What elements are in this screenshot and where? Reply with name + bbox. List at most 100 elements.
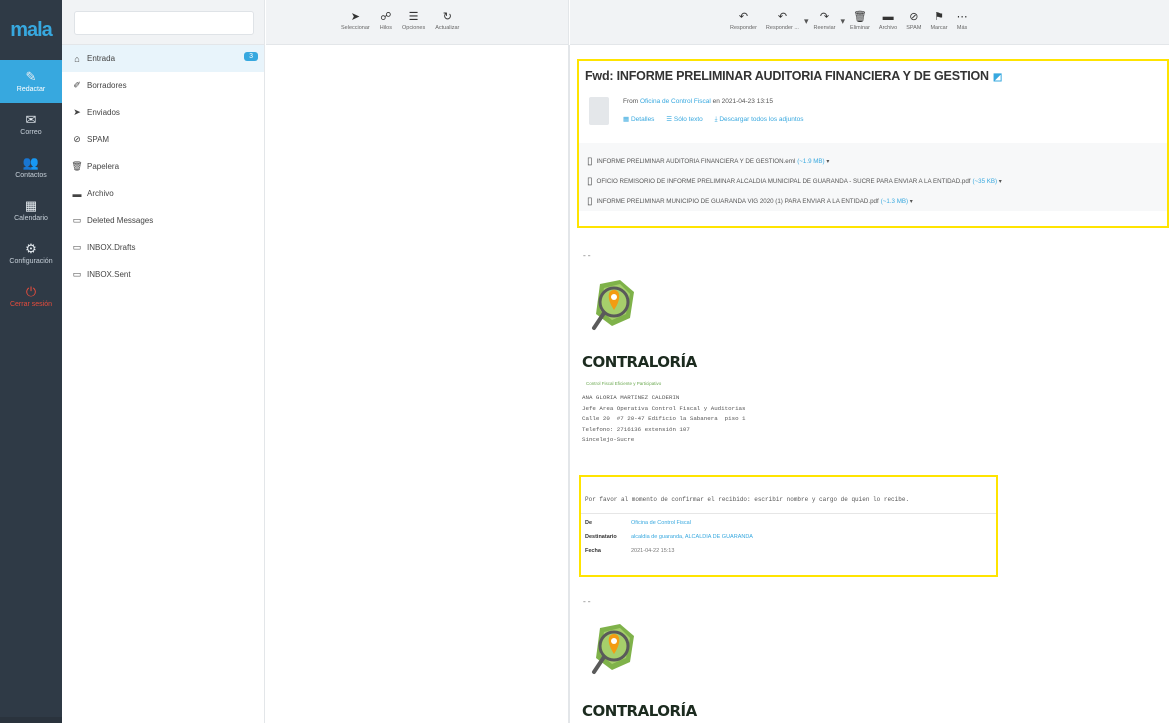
flag-icon: ⚑	[934, 11, 944, 23]
attachment-size: (~35 KB)	[972, 177, 998, 185]
folder-trash[interactable]: 🗑 Papelera	[62, 153, 264, 180]
forward-dropdown-icon[interactable]: ▾	[841, 0, 846, 27]
attachment-item[interactable]: ▯ INFORME PRELIMINAR MUNICIPIO DE GUARAN…	[579, 191, 1167, 211]
reply-all-button[interactable]: ↶ Responder ...	[766, 0, 799, 31]
confirm-instructions: Por favor al momento de confirmar el rec…	[585, 496, 910, 503]
folder-drafts[interactable]: ✐ Borradores	[62, 72, 264, 99]
select-label: Seleccionar	[341, 25, 370, 31]
attachment-item[interactable]: ▯ OFICIO REMISORIO DE INFORME PRELIMINAR…	[579, 171, 1167, 191]
signature-block: ANA GLORIA MARTINEZ CALDERIN Jefe Area Op…	[582, 394, 746, 443]
divider	[581, 513, 996, 514]
open-external-icon[interactable]: ◩	[993, 72, 1002, 83]
reply-all-dropdown-icon[interactable]: ▾	[804, 0, 809, 27]
folder-spam[interactable]: ⊘ SPAM	[62, 126, 264, 153]
send-icon: ➤	[73, 107, 81, 117]
nav-contacts[interactable]: 👥 Contactos	[0, 146, 62, 189]
nav-logout[interactable]: ⏻ Cerrar sesión	[0, 275, 62, 318]
forward-label: Reenviar	[813, 25, 836, 31]
reply-all-icon: ↶	[777, 11, 788, 23]
trash-icon: 🗑	[71, 161, 83, 171]
folder-inbox[interactable]: ⌂ Entrada 3	[62, 45, 264, 72]
forward-date-row: Fecha 2021-04-22 15:13	[585, 548, 675, 554]
nav-calendar[interactable]: ▦ Calendario	[0, 189, 62, 232]
folder-icon: ▭	[72, 242, 82, 252]
unread-badge: 3	[244, 52, 258, 61]
more-icon: ⋯	[956, 11, 968, 23]
message-list-panel: ➤ Seleccionar ☍ Hilos ☰ Opciones ↻ Actua…	[266, 0, 569, 723]
more-button[interactable]: ⋯ Más	[957, 0, 968, 31]
delete-label: Eliminar	[850, 25, 870, 31]
options-button[interactable]: ☰ Opciones	[402, 0, 425, 31]
plain-text-link[interactable]: ☰ Sólo texto	[666, 116, 708, 123]
sender-link[interactable]: Oficina de Control Fiscal	[640, 98, 711, 105]
attachment-name: OFICIO REMISORIO DE INFORME PRELIMINAR A…	[596, 177, 971, 185]
threads-button[interactable]: ☍ Hilos	[380, 0, 392, 31]
folder-label: Papelera	[87, 162, 120, 171]
attachment-name: INFORME PRELIMINAR MUNICIPIO DE GUARANDA…	[596, 197, 879, 205]
archive-button[interactable]: ▬ Archivo	[879, 0, 897, 31]
subject-text: Fwd: INFORME PRELIMINAR AUDITORIA FINANC…	[585, 69, 989, 83]
archive-icon: ▬	[72, 188, 82, 199]
mark-label: Marcar	[930, 25, 948, 31]
nav-settings-label: Configuración	[9, 258, 53, 265]
folder-panel: ⌂ Entrada 3 ✐ Borradores ➤ Enviados ⊘ SP…	[62, 0, 265, 723]
logo-wordmark: CONTRALORÍA	[582, 702, 697, 720]
message-header: Fwd: INFORME PRELIMINAR AUDITORIA FINANC…	[577, 59, 1169, 228]
download-all-link[interactable]: ⤓ Descargar todos los adjuntos	[715, 116, 809, 123]
options-label: Opciones	[401, 25, 426, 31]
file-icon: ▯	[587, 195, 593, 207]
search-input[interactable]	[74, 11, 254, 35]
compose-icon: ✎	[25, 69, 37, 84]
nav-contacts-label: Contactos	[15, 172, 47, 179]
folder-label: Entrada	[87, 54, 116, 63]
attachment-name: INFORME PRELIMINAR AUDITORIA FINANCIERA …	[596, 157, 796, 165]
archive-label: Archivo	[878, 25, 898, 31]
pencil-icon: ✐	[73, 80, 81, 90]
attachment-item[interactable]: ▯ INFORME PRELIMINAR AUDITORIA FINANCIER…	[579, 151, 1167, 171]
folder-archive[interactable]: ▬ Archivo	[62, 180, 264, 207]
spam-button[interactable]: ⊘ SPAM	[906, 0, 921, 31]
nav-settings[interactable]: ⚙ Configuración	[0, 232, 62, 275]
attachment-menu-icon[interactable]: ▾	[997, 178, 1002, 185]
nav-mail[interactable]: ✉ Correo	[0, 103, 62, 146]
select-button[interactable]: ➤ Seleccionar	[341, 0, 370, 31]
reply-label: Responder	[730, 25, 757, 31]
inbox-icon: ⌂	[74, 53, 80, 64]
mail-icon: ✉	[25, 112, 37, 127]
refresh-icon: ↻	[442, 11, 452, 23]
delete-button[interactable]: 🗑 Eliminar	[850, 0, 870, 31]
logo-tagline: Control Fiscal Eficiente y Participativo	[586, 381, 662, 386]
options-icon: ☰	[408, 11, 419, 23]
reply-button[interactable]: ↶ Responder	[730, 0, 757, 31]
details-link[interactable]: ▦ Detalles	[623, 116, 659, 123]
folder-label: Borradores	[87, 81, 127, 90]
refresh-button[interactable]: ↻ Actualizar	[435, 0, 459, 31]
folder-inbox-drafts[interactable]: ▭ INBOX.Drafts	[62, 234, 264, 261]
file-icon: ▯	[587, 175, 593, 187]
message-toolbar: ↶ Responder ↶ Responder ... ▾ ↷ Reenviar…	[570, 0, 1169, 45]
forward-button[interactable]: ↷ Reenviar	[813, 0, 835, 31]
app-logo[interactable]: mala	[0, 0, 62, 60]
attachment-size: (~1.3 MB)	[880, 197, 909, 205]
forward-from-row: De Oficina de Control Fiscal	[585, 520, 691, 526]
folder-sent[interactable]: ➤ Enviados	[62, 99, 264, 126]
forward-from-link[interactable]: Oficina de Control Fiscal	[631, 520, 691, 526]
mail-app: mala ✎ Redactar ✉ Correo 👥 Contactos ▦ C…	[0, 0, 1169, 723]
message-subject: Fwd: INFORME PRELIMINAR AUDITORIA FINANC…	[585, 69, 1002, 83]
mark-button[interactable]: ⚑ Marcar	[930, 0, 947, 31]
nav-compose[interactable]: ✎ Redactar	[0, 60, 62, 103]
attachment-menu-icon[interactable]: ▾	[908, 198, 913, 205]
attachment-size: (~1.9 MB)	[797, 157, 825, 165]
folder-deleted-messages[interactable]: ▭ Deleted Messages	[62, 207, 264, 234]
folder-inbox-sent[interactable]: ▭ INBOX.Sent	[62, 261, 264, 288]
trash-icon: 🗑	[852, 11, 867, 23]
spam-icon: ⊘	[909, 11, 919, 23]
forward-icon: ↷	[819, 11, 830, 23]
nav-logout-label: Cerrar sesión	[9, 301, 52, 308]
threads-icon: ☍	[380, 11, 392, 23]
forward-to-link[interactable]: alcaldia de guaranda, ALCALDIA DE GUARAN…	[631, 534, 753, 540]
folder-label: INBOX.Sent	[87, 270, 131, 279]
forward-to-row: Destinatario alcaldia de guaranda, ALCALD…	[585, 534, 753, 540]
folder-icon: ▭	[72, 215, 82, 225]
attachment-menu-icon[interactable]: ▾	[825, 158, 829, 165]
